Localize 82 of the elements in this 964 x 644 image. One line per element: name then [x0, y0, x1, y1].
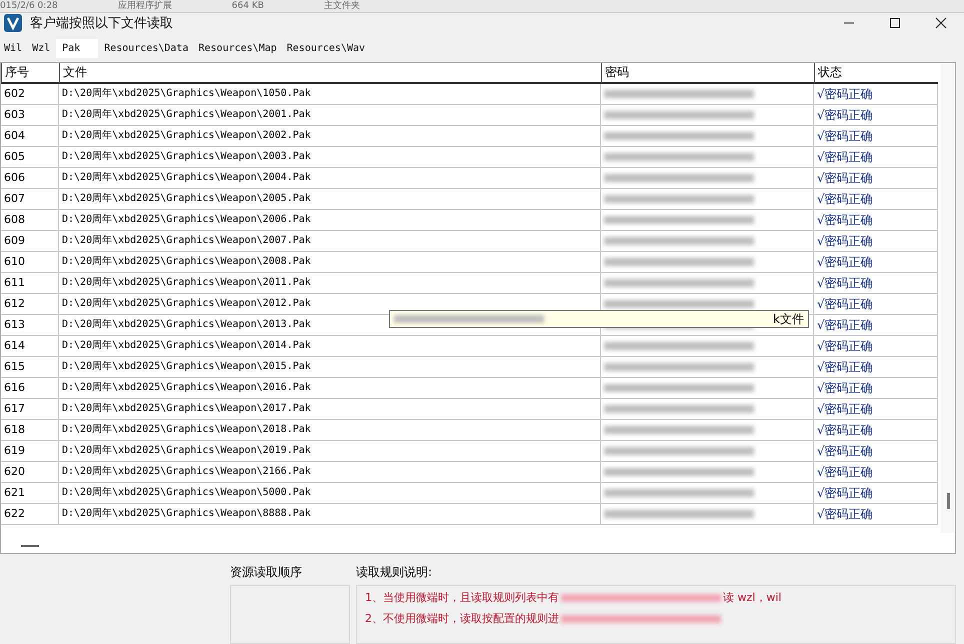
table-cell: 610 [1, 252, 59, 273]
tooltip-text: k文件 [773, 310, 804, 328]
table-cell: √密码正确 [814, 294, 938, 315]
table-cell: √密码正确 [814, 168, 938, 189]
rule-text: 2、不使用微端时，读取按配置的规则进 [365, 611, 559, 626]
table-cell: 609 [1, 231, 59, 252]
tab[interactable]: Pak [56, 39, 98, 58]
table-cell: 605 [1, 147, 59, 168]
table-cell: √密码正确 [814, 483, 938, 504]
table-cell: √密码正确 [814, 315, 938, 336]
table-cell: 614 [1, 336, 59, 357]
table-cell: D:\20周年\xbd2025\Graphics\Weapon\8888.Pak [59, 504, 601, 525]
column-header[interactable]: 密码 [601, 63, 814, 84]
rule-text: 1、当使用微端时，且读取规则列表中有 [365, 590, 559, 605]
table-cell: D:\20周年\xbd2025\Graphics\Weapon\2018.Pak [59, 420, 601, 441]
order-label: 资源读取顺序 [230, 564, 303, 581]
table-cell: D:\20周年\xbd2025\Graphics\Weapon\2014.Pak [59, 336, 601, 357]
table-cell: √密码正确 [814, 126, 938, 147]
table-cell: D:\20周年\xbd2025\Graphics\Weapon\2166.Pak [59, 462, 601, 483]
table-cell: D:\20周年\xbd2025\Graphics\Weapon\2006.Pak [59, 210, 601, 231]
table-cell: √密码正确 [814, 273, 938, 294]
table-cell: D:\20周年\xbd2025\Graphics\Weapon\2003.Pak [59, 147, 601, 168]
table-cell: 612 [1, 294, 59, 315]
table-cell: 619 [1, 441, 59, 462]
table-cell: √密码正确 [814, 189, 938, 210]
table-cell: √密码正确 [814, 378, 938, 399]
table-cell: √密码正确 [814, 105, 938, 126]
background-text: 应用程序扩展 [118, 0, 172, 12]
table-cell: 618 [1, 420, 59, 441]
table-cell: √密码正确 [814, 462, 938, 483]
table-cell: √密码正确 [814, 336, 938, 357]
table-cell: 611 [1, 273, 59, 294]
table-cell: 621 [1, 483, 59, 504]
table-cell: 607 [1, 189, 59, 210]
table-cell: 608 [1, 210, 59, 231]
close-icon [935, 17, 947, 29]
table-cell: D:\20周年\xbd2025\Graphics\Weapon\2011.Pak [59, 273, 601, 294]
rule-text: 读 wzl，wil [723, 590, 782, 605]
background-text: 015/2/6 0:28 [0, 0, 58, 12]
background-text: 664 KB [232, 0, 264, 12]
rules-label: 读取规则说明: [356, 564, 434, 581]
table-cell: D:\20周年\xbd2025\Graphics\Weapon\2001.Pak [59, 105, 601, 126]
table-cell: D:\20周年\xbd2025\Graphics\Weapon\5000.Pak [59, 483, 601, 504]
table-cell: 615 [1, 357, 59, 378]
app-logo-icon [4, 14, 22, 32]
table-cell: 602 [1, 84, 59, 105]
table-cell: D:\20周年\xbd2025\Graphics\Weapon\2017.Pak [59, 399, 601, 420]
table-cell: √密码正确 [814, 441, 938, 462]
table-cell: √密码正确 [814, 252, 938, 273]
table-cell: √密码正确 [814, 231, 938, 252]
maximize-icon [889, 17, 901, 29]
table-cell: 622 [1, 504, 59, 525]
table-cell: √密码正确 [814, 210, 938, 231]
table-cell: D:\20周年\xbd2025\Graphics\Weapon\2002.Pak [59, 126, 601, 147]
table-cell: 617 [1, 399, 59, 420]
table-cell: D:\20周年\xbd2025\Graphics\Weapon\2016.Pak [59, 378, 601, 399]
table-cell: D:\20周年\xbd2025\Graphics\Weapon\2004.Pak [59, 168, 601, 189]
table-cell: 606 [1, 168, 59, 189]
table-cell: D:\20周年\xbd2025\Graphics\Weapon\2019.Pak [59, 441, 601, 462]
background-text: 主文件夹 [324, 0, 360, 12]
table-cell: D:\20周年\xbd2025\Graphics\Weapon\2007.Pak [59, 231, 601, 252]
column-header[interactable]: 状态 [814, 63, 938, 84]
table-cell: √密码正确 [814, 147, 938, 168]
table-cell: 613 [1, 315, 59, 336]
table-cell: 616 [1, 378, 59, 399]
column-header[interactable]: 序号 [1, 63, 59, 84]
table-cell: √密码正确 [814, 420, 938, 441]
table-cell: √密码正确 [814, 357, 938, 378]
table-cell: 620 [1, 462, 59, 483]
scroll-indicator-icon [21, 545, 39, 547]
table-cell: D:\20周年\xbd2025\Graphics\Weapon\2015.Pak [59, 357, 601, 378]
table-cell: D:\20周年\xbd2025\Graphics\Weapon\2005.Pak [59, 189, 601, 210]
table-cell: 604 [1, 126, 59, 147]
column-header[interactable]: 文件 [59, 63, 601, 84]
table-cell: √密码正确 [814, 504, 938, 525]
table-cell: √密码正确 [814, 399, 938, 420]
order-list[interactable] [230, 585, 350, 644]
table-cell: D:\20周年\xbd2025\Graphics\Weapon\1050.Pak [59, 84, 601, 105]
table-cell: D:\20周年\xbd2025\Graphics\Weapon\2008.Pak [59, 252, 601, 273]
table-cell: √密码正确 [814, 84, 938, 105]
table-cell: 603 [1, 105, 59, 126]
window-title: 客户端按照以下文件读取 [30, 15, 173, 32]
